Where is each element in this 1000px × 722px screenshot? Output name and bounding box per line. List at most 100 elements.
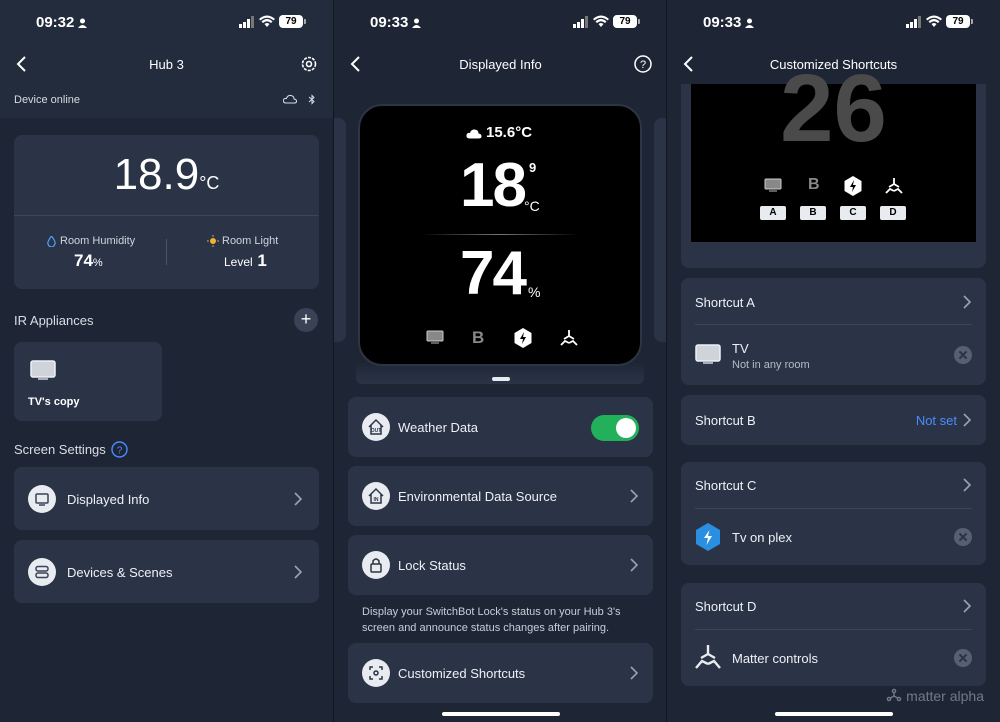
chevron-right-icon [630, 489, 639, 503]
help-icon[interactable]: ? [111, 441, 128, 458]
matter-icon [560, 330, 578, 346]
screen-number: 26 [780, 55, 887, 162]
devices-scenes-row[interactable]: Devices & Scenes [14, 540, 319, 603]
lock-status-label: Lock Status [398, 558, 466, 573]
wifi-icon [926, 15, 942, 27]
tv-icon [30, 360, 56, 380]
matter-icon [695, 645, 721, 669]
custom-shortcuts-row[interactable]: Customized Shortcuts [348, 643, 653, 703]
battery-indicator: 79 [946, 15, 973, 28]
indoor-icon: IN [362, 482, 390, 510]
matter-icon [885, 178, 903, 194]
remove-shortcut-a-button[interactable] [954, 346, 972, 364]
lock-status-row[interactable]: Lock Status [348, 535, 653, 595]
shortcuts-icon [362, 659, 390, 687]
room-temperature: 18.9°C [113, 150, 220, 199]
key-tag-a: A [760, 206, 786, 220]
battery-indicator: 79 [279, 15, 306, 28]
shortcut-d-card: Shortcut D Matter controls [681, 583, 986, 686]
cellular-signal-icon [573, 16, 588, 28]
page-title: Hub 3 [149, 57, 184, 72]
screen-temperature: 18 [460, 151, 527, 220]
ir-device-card[interactable]: TV's copy [14, 342, 162, 421]
plex-hex-icon [844, 176, 862, 196]
devices-scenes-label: Devices & Scenes [67, 565, 173, 580]
shortcut-a-card: Shortcut A TV Not in any room [681, 278, 986, 385]
shortcut-b-glyph: B [472, 328, 485, 347]
battery-indicator: 79 [613, 15, 640, 28]
shortcut-d-device: Matter controls [732, 651, 818, 666]
shortcut-c-card: Shortcut C Tv on plex [681, 462, 986, 565]
shortcut-b-label: Shortcut B [695, 413, 756, 428]
person-icon [745, 18, 755, 28]
shortcut-a-device: TV [732, 341, 749, 356]
screen-temperature-unit: °C [524, 198, 540, 214]
cloud-icon [466, 129, 482, 139]
display-icon [28, 485, 56, 513]
ir-appliances-heading: IR Appliances [14, 313, 94, 328]
weather-data-label: Weather Data [398, 420, 478, 435]
bluetooth-icon [308, 94, 315, 105]
chevron-right-icon [294, 565, 303, 579]
weather-data-toggle[interactable] [591, 415, 639, 441]
plex-hex-icon [514, 328, 532, 348]
status-time: 09:33 [370, 14, 422, 31]
chevron-right-icon [630, 558, 639, 572]
svg-text:OUT: OUT [371, 428, 382, 434]
shortcut-d-label[interactable]: Shortcut D [695, 599, 756, 614]
chevron-right-icon[interactable] [962, 599, 972, 613]
plex-hex-icon [696, 523, 720, 551]
nav-bar: Hub 3 [0, 52, 333, 78]
key-tag-d: D [880, 206, 906, 220]
cloud-icon [283, 94, 297, 104]
home-indicator [442, 712, 560, 716]
humidity-label: Room Humidity [60, 235, 136, 247]
displayed-info-row[interactable]: Displayed Info [14, 467, 319, 530]
light-value: Level 1 [224, 251, 267, 270]
key-tag-c: C [840, 206, 866, 220]
custom-shortcuts-label: Customized Shortcuts [398, 666, 526, 681]
remove-shortcut-d-button[interactable] [954, 649, 972, 667]
chevron-right-icon [630, 666, 639, 680]
shortcut-b-card[interactable]: Shortcut B Not set [681, 395, 986, 445]
nav-bar: Displayed Info ? [334, 52, 667, 78]
lock-icon [362, 551, 390, 579]
shortcut-c-label[interactable]: Shortcut C [695, 478, 756, 493]
cellular-signal-icon [906, 16, 921, 28]
status-time: 09:33 [703, 14, 755, 31]
add-appliance-button[interactable]: + [294, 308, 318, 332]
chevron-right-icon [963, 413, 972, 427]
weather-data-row[interactable]: OUT Weather Data [348, 397, 653, 457]
person-icon [412, 18, 422, 28]
page-title: Displayed Info [459, 57, 542, 72]
tv-icon [764, 178, 782, 192]
watermark: matter alpha [886, 688, 984, 704]
chevron-right-icon[interactable] [962, 295, 972, 309]
person-icon [78, 18, 88, 28]
screen-temperature-decimal: 9 [529, 160, 537, 175]
env-source-row[interactable]: IN Environmental Data Source [348, 466, 653, 526]
shortcut-a-label[interactable]: Shortcut A [695, 295, 755, 310]
sun-icon [207, 235, 219, 247]
wifi-icon [593, 15, 609, 27]
chevron-right-icon[interactable] [962, 478, 972, 492]
key-tag-b: B [800, 206, 826, 220]
tv-icon [426, 330, 444, 344]
humidity-value: 74% [74, 251, 103, 270]
status-time: 09:32 [36, 14, 88, 31]
question-icon[interactable]: ? [633, 54, 653, 74]
svg-text:?: ? [117, 446, 123, 457]
shortcut-b-value: Not set [915, 413, 957, 428]
prev-preview-card [334, 118, 346, 342]
light-label: Room Light [222, 235, 279, 247]
chevron-right-icon [294, 492, 303, 506]
customized-shortcuts-panel: 09:33 79 Customized Shortcuts 26 B A B C… [667, 0, 1000, 722]
shortcut-c-device: Tv on plex [732, 530, 792, 545]
gear-icon[interactable] [299, 54, 319, 74]
remove-shortcut-c-button[interactable] [954, 528, 972, 546]
status-bar: 09:33 79 [334, 12, 667, 32]
tv-icon [695, 344, 721, 364]
wifi-icon [259, 15, 275, 27]
env-source-label: Environmental Data Source [398, 489, 557, 504]
displayed-info-label: Displayed Info [67, 492, 150, 507]
